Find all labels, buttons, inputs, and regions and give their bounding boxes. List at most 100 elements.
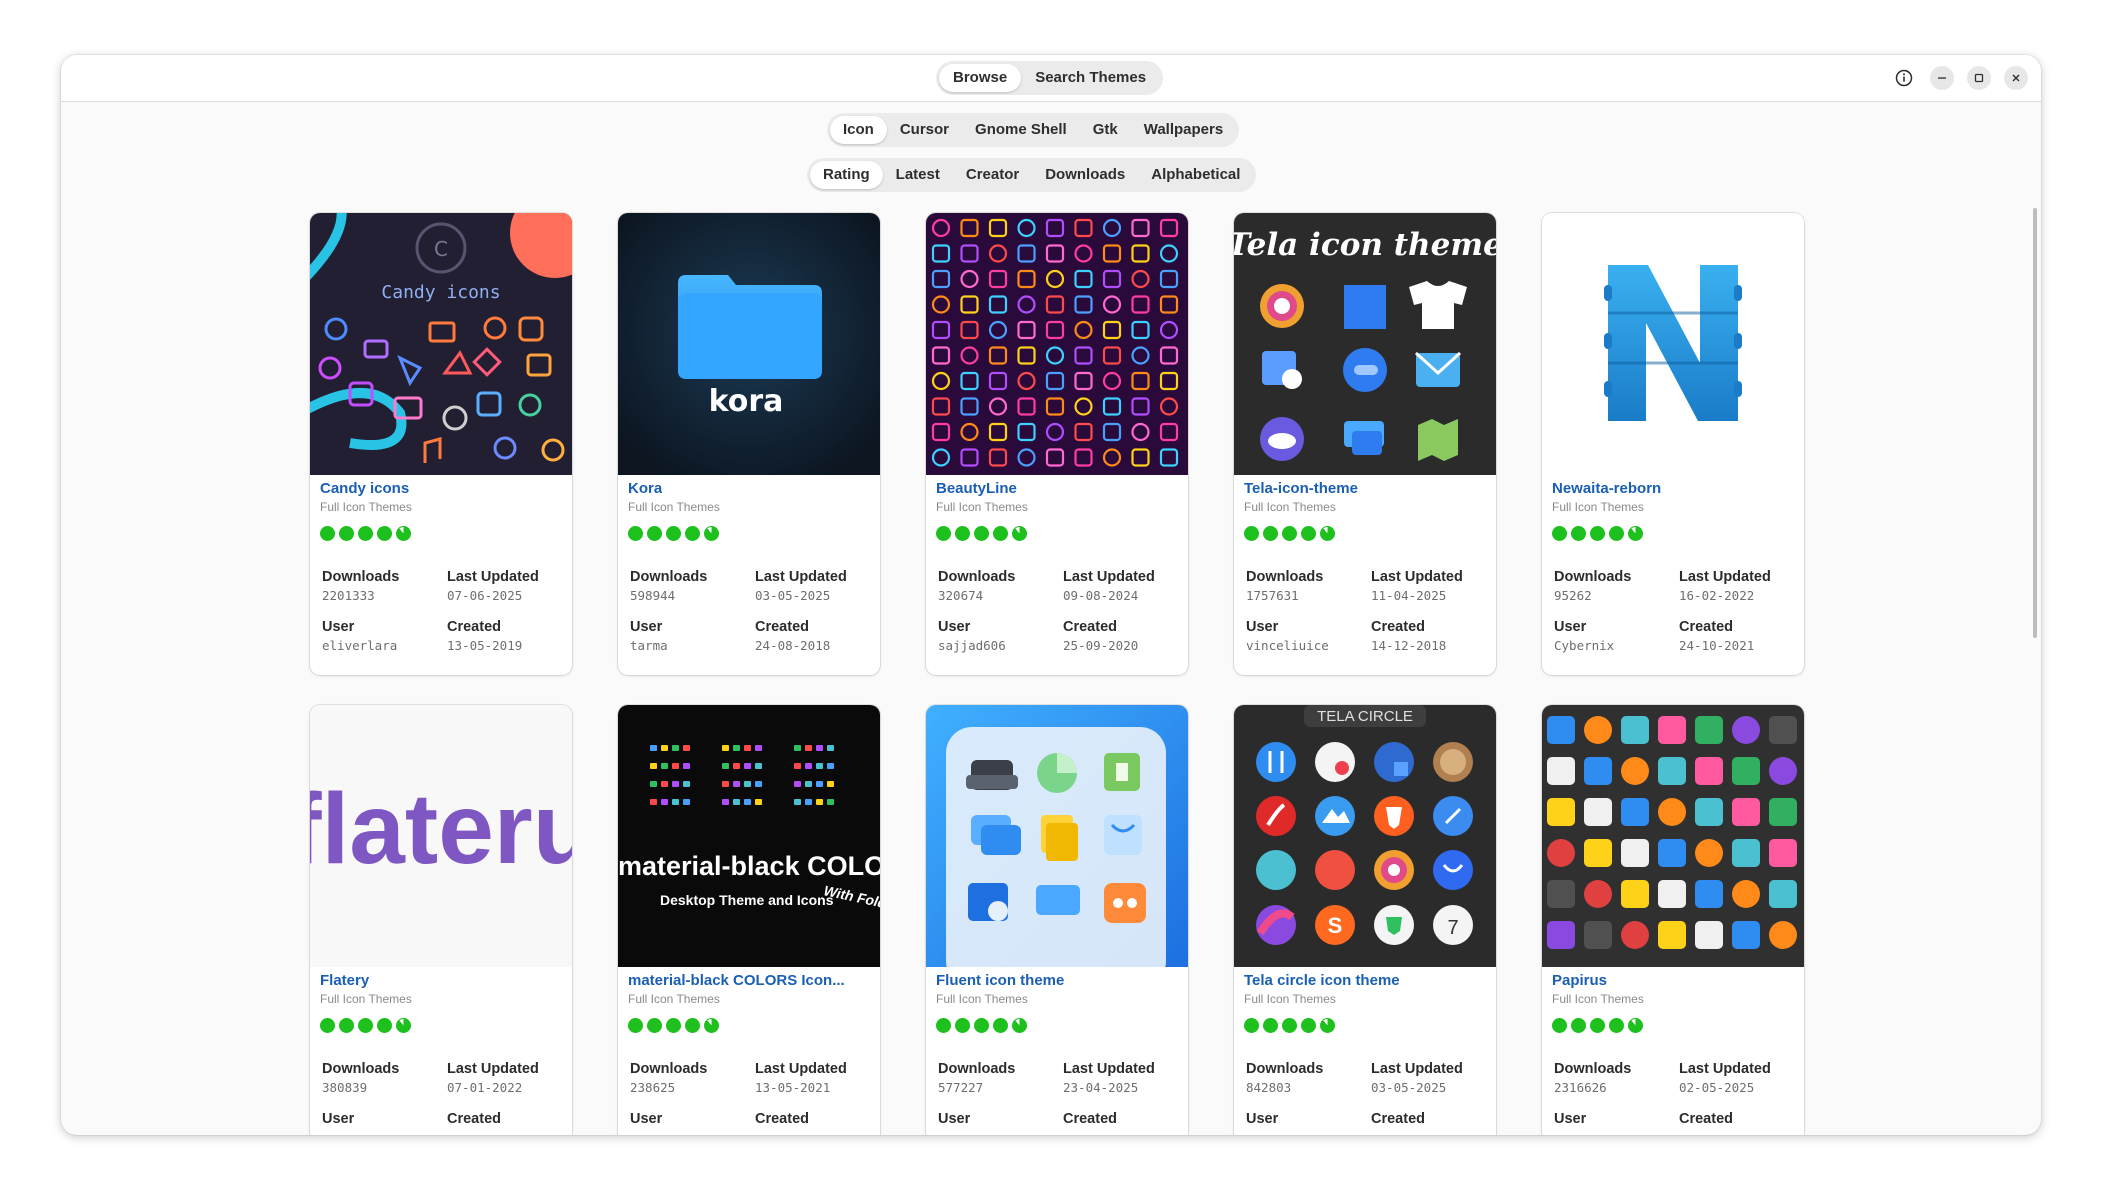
theme-title[interactable]: Flatery (320, 972, 369, 989)
created-label: Created (755, 1111, 809, 1127)
theme-card[interactable]: Fluent icon theme Full Icon Themes Downl… (926, 705, 1188, 1135)
rating-dot (1263, 1018, 1278, 1033)
tab-wallpapers[interactable]: Wallpapers (1131, 116, 1236, 144)
rating-dot (993, 526, 1008, 541)
created-value: 14-12-2018 (1371, 638, 1447, 653)
rating-dot-partial (1628, 526, 1643, 541)
last-updated-stat: Last Updated 02-05-2025 (1679, 1061, 1771, 1095)
rating-dot (358, 526, 373, 541)
tab-browse[interactable]: Browse (939, 64, 1022, 92)
theme-title[interactable]: Fluent icon theme (936, 972, 1064, 989)
downloads-stat: Downloads 320674 (938, 569, 1015, 603)
thumb-icon (683, 763, 690, 769)
theme-card[interactable]: kora Kora Full Icon Themes Downloads 5989… (618, 213, 880, 675)
tab-icon[interactable]: Icon (830, 116, 887, 144)
theme-thumbnail: flateru (310, 705, 572, 967)
close-icon[interactable] (2004, 66, 2028, 90)
theme-thumbnail (926, 705, 1188, 967)
thumb-icon (755, 799, 762, 805)
theme-thumbnail (1542, 213, 1804, 475)
sort-latest[interactable]: Latest (883, 161, 953, 189)
tab-gnome-shell[interactable]: Gnome Shell (962, 116, 1080, 144)
theme-category: Full Icon Themes (628, 992, 720, 1006)
theme-grid: C Candy icons Candy icons Full Icon Them… (61, 205, 2041, 1135)
downloads-stat: Downloads 2201333 (322, 569, 399, 603)
theme-title[interactable]: Newaita-reborn (1552, 480, 1661, 497)
theme-title[interactable]: Candy icons (320, 480, 409, 497)
thumb-icon (672, 781, 679, 787)
user-label: User (1246, 619, 1279, 635)
last-updated-value: 09-08-2024 (1063, 588, 1139, 603)
thumb-icon (1695, 757, 1723, 785)
last-updated-stat: Last Updated 11-04-2025 (1371, 569, 1463, 603)
thumb-icon (683, 781, 690, 787)
created-label: Created (1063, 619, 1117, 635)
created-stat: Created 14-12-2018 (1371, 619, 1446, 653)
rating (628, 526, 723, 541)
rating-dot (1244, 1018, 1259, 1033)
thumb-icon (805, 799, 812, 805)
thumb-icon (744, 781, 751, 787)
downloads-stat: Downloads 1757631 (1246, 569, 1323, 603)
downloads-label: Downloads (322, 569, 400, 585)
sort-alphabetical[interactable]: Alphabetical (1138, 161, 1253, 189)
downloads-stat: Downloads 2316626 (1554, 1061, 1631, 1095)
thumb-icon (1547, 839, 1575, 867)
rating-dot (1609, 526, 1624, 541)
maximize-icon[interactable] (1967, 66, 1991, 90)
theme-title[interactable]: BeautyLine (936, 480, 1017, 497)
theme-title[interactable]: Tela-icon-theme (1244, 480, 1358, 497)
theme-card[interactable]: TELA CIRCLE S 7 Tela circle icon theme F… (1234, 705, 1496, 1135)
thumb-icon (1584, 798, 1612, 826)
theme-card[interactable]: Papirus Full Icon Themes Downloads 231662… (1542, 705, 1804, 1135)
last-updated-label: Last Updated (1679, 1061, 1771, 1077)
minimize-icon[interactable] (1930, 66, 1954, 90)
tab-gtk[interactable]: Gtk (1080, 116, 1131, 144)
rating-dot (1571, 1018, 1586, 1033)
rating-dot (647, 526, 662, 541)
svg-text:S: S (1328, 913, 1343, 938)
user-stat: User Cybernix (1554, 619, 1614, 653)
rating-dot (1552, 1018, 1567, 1033)
theme-card[interactable]: Tela icon theme Tela-icon-theme Full Ico… (1234, 213, 1496, 675)
sort-creator[interactable]: Creator (953, 161, 1032, 189)
downloads-value: 238625 (630, 1080, 676, 1095)
sort-rating[interactable]: Rating (810, 161, 883, 189)
last-updated-stat: Last Updated 03-05-2025 (755, 569, 847, 603)
theme-card[interactable]: material-black COLORS Desktop Theme and … (618, 705, 880, 1135)
theme-card[interactable]: flateru Flatery Full Icon Themes Downloa… (310, 705, 572, 1135)
last-updated-stat: Last Updated 07-01-2022 (447, 1061, 539, 1095)
last-updated-value: 03-05-2025 (755, 588, 831, 603)
rating (320, 526, 415, 541)
theme-card[interactable]: BeautyLine Full Icon Themes Downloads 320… (926, 213, 1188, 675)
theme-title[interactable]: Tela circle icon theme (1244, 972, 1400, 989)
thumb-icon (1584, 757, 1612, 785)
downloads-label: Downloads (1246, 1061, 1324, 1077)
app-window: Browse Search Themes Icon Cursor Gnome S… (61, 55, 2041, 1135)
tab-search-themes[interactable]: Search Themes (1021, 64, 1160, 92)
last-updated-label: Last Updated (755, 569, 847, 585)
last-updated-label: Last Updated (1371, 569, 1463, 585)
sort-downloads[interactable]: Downloads (1032, 161, 1138, 189)
thumb-icon (744, 745, 751, 751)
theme-title[interactable]: Kora (628, 480, 662, 497)
user-value: sajjad606 (938, 638, 1006, 653)
info-icon[interactable] (1892, 66, 1916, 90)
rating-dot (974, 526, 989, 541)
downloads-value: 598944 (630, 588, 676, 603)
rating-dot (628, 526, 643, 541)
user-stat: User tarma (630, 619, 668, 653)
downloads-value: 380839 (322, 1080, 368, 1095)
theme-card[interactable]: C Candy icons Candy icons Full Icon Them… (310, 213, 572, 675)
tab-cursor[interactable]: Cursor (887, 116, 962, 144)
thumb-icon (1695, 921, 1723, 949)
theme-card[interactable]: Newaita-reborn Full Icon Themes Download… (1542, 213, 1804, 675)
downloads-value: 577227 (938, 1080, 984, 1095)
rating-dot (1263, 526, 1278, 541)
downloads-value: 1757631 (1246, 588, 1299, 603)
rating (1244, 1018, 1339, 1033)
rating-dot (685, 1018, 700, 1033)
thumb-icon (1695, 839, 1723, 867)
theme-title[interactable]: material-black COLORS Icon... (628, 972, 845, 989)
theme-title[interactable]: Papirus (1552, 972, 1607, 989)
